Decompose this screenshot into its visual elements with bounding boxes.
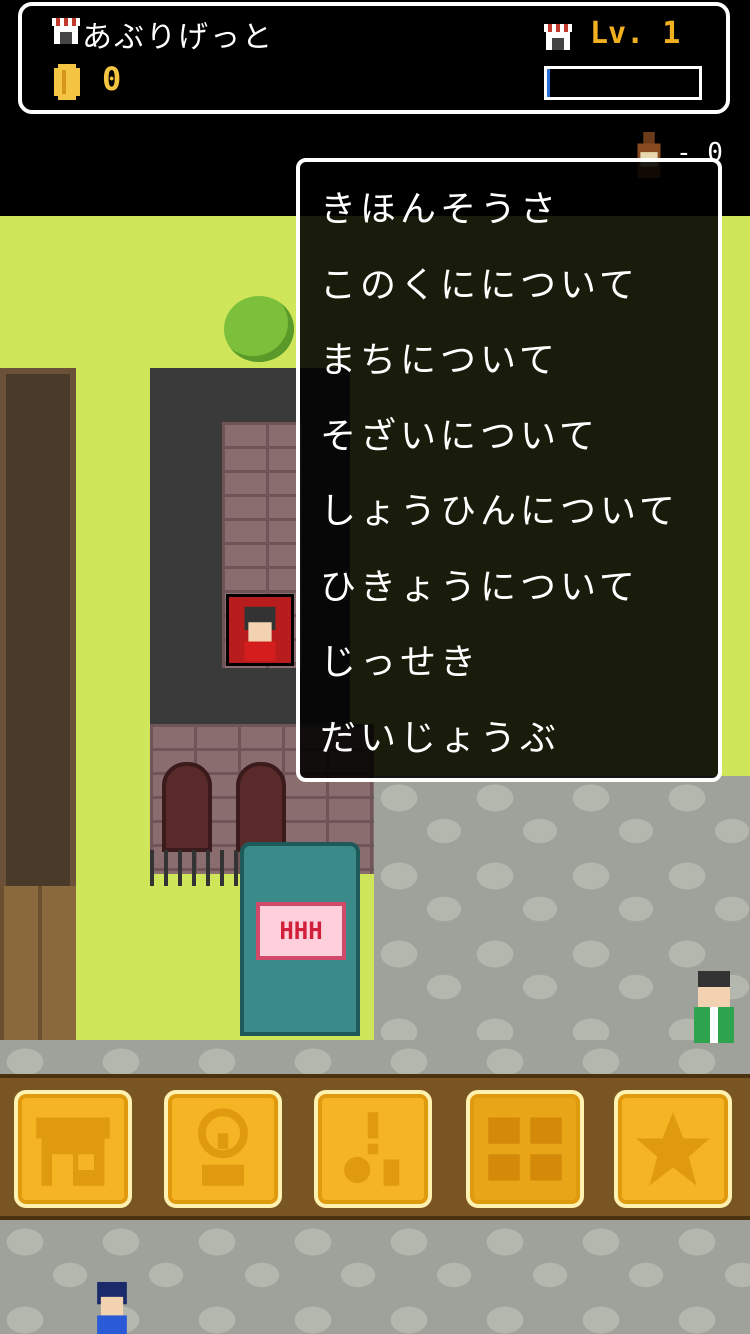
town-map-button[interactable] [466, 1090, 584, 1208]
shop-icon [52, 18, 80, 44]
shop-button[interactable] [14, 1090, 132, 1208]
favorites-button[interactable] [614, 1090, 732, 1208]
coin-count: 0 [102, 60, 122, 98]
left-building [0, 368, 76, 898]
event-button[interactable] [314, 1090, 432, 1208]
npc-villager-icon[interactable] [686, 970, 742, 1044]
menu-item-about-materials[interactable]: そざいについて [320, 407, 718, 483]
iron-fence [150, 850, 250, 886]
event-person-icon [344, 1112, 400, 1186]
help-menu: きほんそうさ このくにについて まちについて そざいについて しょうひんについて… [296, 158, 722, 782]
shop-icon [36, 1117, 110, 1186]
star-icon [636, 1112, 710, 1186]
recipe-button[interactable] [164, 1090, 282, 1208]
menu-item-about-products[interactable]: しょうひんについて [320, 482, 718, 558]
shop-level-icon [544, 24, 572, 50]
arcade-screen: HHH [256, 902, 346, 960]
coin-icon [54, 64, 80, 100]
player-character-icon[interactable] [86, 1282, 138, 1334]
bush [224, 296, 294, 362]
bottom-toolbar [0, 1074, 750, 1220]
window-right [236, 762, 286, 852]
shopkeeper-portrait[interactable] [226, 594, 294, 666]
xp-bar [544, 66, 702, 100]
menu-item-basic-controls[interactable]: きほんそうさ [320, 180, 718, 256]
shopkeeper-icon [244, 606, 276, 661]
level-label: Lv. 1 [590, 16, 681, 51]
menu-item-its-okay[interactable]: だいじょうぶ [320, 709, 718, 785]
menu-item-about-ratings[interactable]: ひきょうについて [320, 558, 718, 634]
menu-item-about-town[interactable]: まちについて [320, 331, 718, 407]
shop-name: あぶりげっと [82, 20, 274, 55]
town-map-icon [488, 1117, 562, 1181]
menu-item-about-country[interactable]: このくにについて [320, 256, 718, 332]
menu-item-achievements[interactable]: じっせき [320, 633, 718, 709]
question-recipe-icon [198, 1108, 248, 1186]
window-left [162, 762, 212, 852]
xp-bar-fill [547, 69, 551, 97]
wooden-fence [0, 886, 76, 1042]
